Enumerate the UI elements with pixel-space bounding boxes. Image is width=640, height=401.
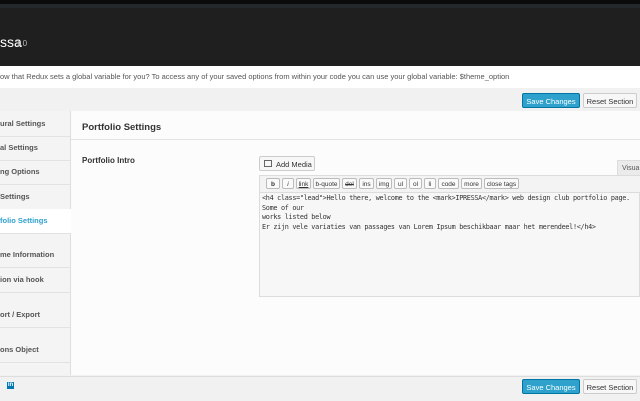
sidebar-item-portfolio-settings[interactable]: folio Settings	[0, 209, 71, 234]
qt-italic-button[interactable]: i	[282, 178, 294, 189]
sidebar-item-general-settings[interactable]: ural Settings	[0, 112, 70, 137]
panel-version: 1.0	[16, 39, 28, 48]
editor-line: works listed below	[262, 213, 331, 221]
qt-link-button[interactable]: link	[296, 178, 311, 189]
sidebar-item-theme-information[interactable]: me Information	[0, 243, 70, 268]
save-button[interactable]: Save Changes	[522, 93, 580, 108]
sidebar-item-options-object[interactable]: ons Object	[0, 338, 70, 363]
sidebar-item-global-settings[interactable]: al Settings	[0, 136, 70, 161]
qt-code-button[interactable]: code	[438, 178, 459, 189]
qt-bquote-button[interactable]: b-quote	[313, 178, 340, 189]
qt-bold-button[interactable]: b	[266, 178, 280, 189]
sidebar-item-import-export[interactable]: ort / Export	[0, 303, 70, 328]
qt-li-button[interactable]: li	[424, 178, 436, 189]
qt-del-button[interactable]: del	[342, 178, 357, 189]
field-label: Portfolio Intro	[82, 156, 135, 165]
editor-line: <h4 class="lead">Hello there, welcome to…	[262, 194, 630, 212]
editor-line: Er zijn vele variaties van passages van …	[262, 222, 596, 231]
section-divider	[71, 139, 640, 140]
footer-save-button[interactable]: Save Changes	[522, 379, 580, 394]
add-media-label: Add Media	[276, 160, 312, 169]
sidebar-item-section-via-hook[interactable]: ion via hook	[0, 268, 70, 293]
qt-ins-button[interactable]: ins	[359, 178, 374, 189]
add-media-button[interactable]: Add Media	[259, 156, 315, 171]
reset-section-button[interactable]: Reset Section	[583, 93, 637, 108]
sidebar-item-settings[interactable]: Settings	[0, 185, 70, 210]
qt-ol-button[interactable]: ol	[409, 178, 422, 189]
panel-header	[0, 8, 640, 66]
qt-img-button[interactable]: img	[376, 178, 392, 189]
linkedin-icon[interactable]: in	[7, 382, 14, 389]
media-icon	[264, 160, 272, 167]
qt-close-tags-button[interactable]: close tags	[484, 178, 519, 189]
qt-more-button[interactable]: more	[461, 178, 482, 189]
sidebar-item-styling-options[interactable]: ng Options	[0, 160, 70, 185]
section-title: Portfolio Settings	[82, 122, 162, 133]
qt-ul-button[interactable]: ul	[394, 178, 407, 189]
tab-visual[interactable]: Visua	[617, 160, 640, 176]
footer-reset-section-button[interactable]: Reset Section	[583, 379, 637, 394]
notice-text: ow that Redux sets a global variable for…	[0, 72, 510, 81]
editor-content[interactable]: <h4 class="lead">Hello there, welcome to…	[262, 194, 638, 232]
